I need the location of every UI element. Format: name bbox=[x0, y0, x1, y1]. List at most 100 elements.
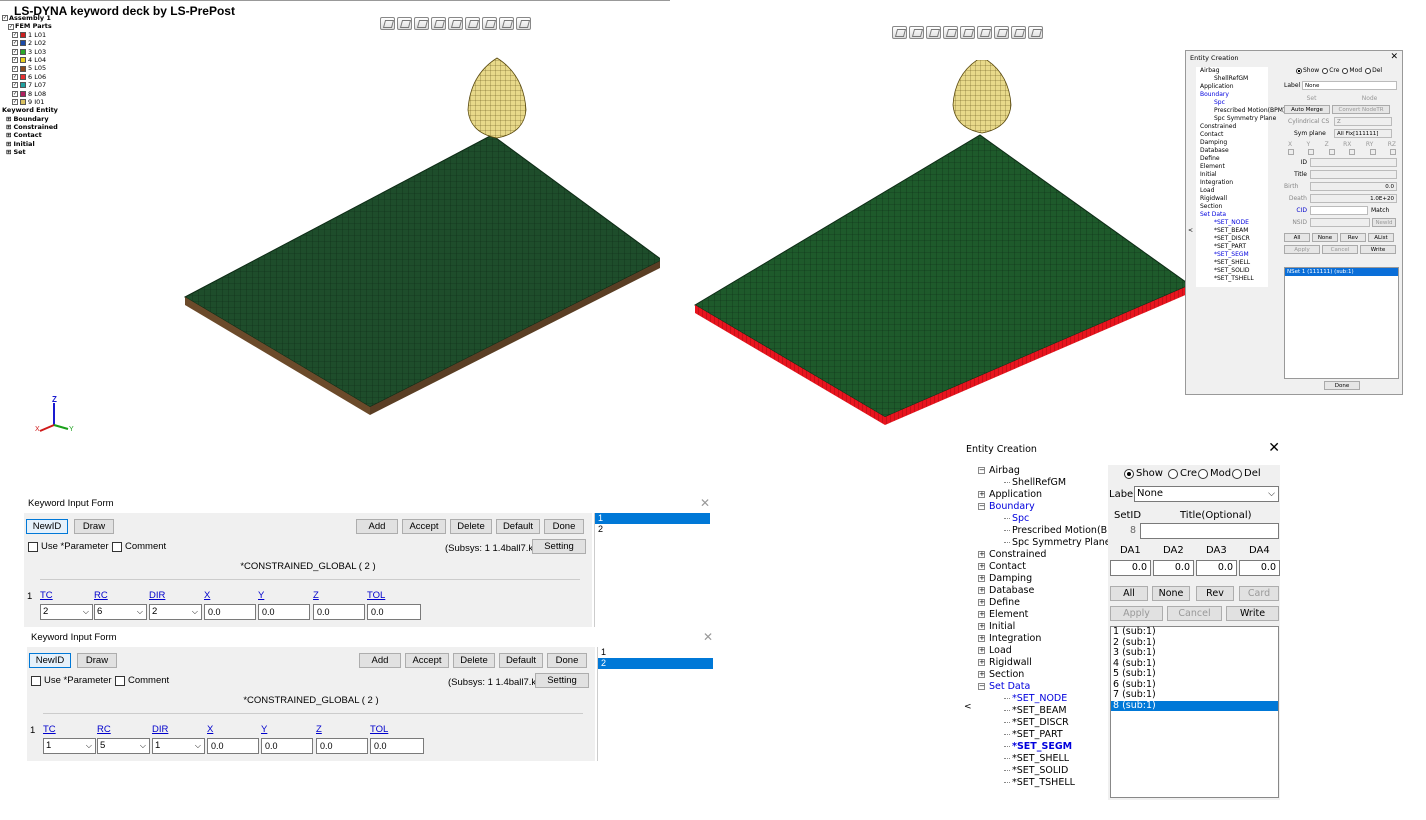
rc-select[interactable]: 6 ⌵ bbox=[94, 604, 147, 620]
list-item[interactable]: 8 (sub:1) bbox=[1111, 700, 1278, 711]
field-label-dir[interactable]: DIR bbox=[152, 724, 168, 735]
tree-item[interactable]: + Load bbox=[974, 645, 1107, 657]
field-label-z[interactable]: Z bbox=[313, 590, 319, 601]
dir-select[interactable]: 2 ⌵ bbox=[149, 604, 202, 620]
view-cube-icon[interactable] bbox=[994, 26, 1009, 39]
tree-part[interactable]: ✓ 8 L08 bbox=[2, 90, 58, 98]
field-label-rc[interactable]: RC bbox=[97, 724, 111, 735]
list-item[interactable]: 7 (sub:1) bbox=[1111, 689, 1278, 701]
tree-keyword[interactable]: ⊞ Set bbox=[2, 148, 58, 156]
tree-item[interactable]: *SET_DISCR bbox=[1196, 235, 1268, 243]
view-cube-icon[interactable] bbox=[465, 17, 480, 30]
tree-item[interactable]: Section bbox=[1196, 203, 1268, 211]
newid-button[interactable]: NewId bbox=[1372, 218, 1396, 227]
label-select[interactable]: None bbox=[1302, 81, 1397, 90]
birth-field[interactable]: 0.0 bbox=[1310, 182, 1397, 191]
tree-part[interactable]: ✓ 7 L07 bbox=[2, 81, 58, 89]
use-parameter-checkbox[interactable]: Use *Parameter bbox=[31, 675, 112, 686]
tree-item[interactable]: ShellRefGM bbox=[1196, 75, 1268, 83]
view-cube-icon[interactable] bbox=[977, 26, 992, 39]
dof-checkbox[interactable] bbox=[1308, 149, 1315, 155]
tree-keyword[interactable]: ⊞ Contact bbox=[2, 131, 58, 139]
tree-item[interactable]: + Rigidwall bbox=[974, 657, 1107, 669]
done-button[interactable]: Done bbox=[544, 519, 584, 534]
tol-field[interactable]: 0.0 bbox=[370, 738, 424, 754]
done-button[interactable]: Done bbox=[547, 653, 587, 668]
checkbox-icon[interactable]: ✓ bbox=[12, 40, 18, 47]
setid-field[interactable]: 8 bbox=[1110, 523, 1138, 539]
tree-item[interactable]: + Contact bbox=[974, 561, 1107, 573]
tree-item[interactable]: + Element bbox=[974, 609, 1107, 621]
set-list[interactable]: 1 (sub:1) 2 (sub:1) 3 (sub:1) 4 (sub:1) 5 (s… bbox=[1110, 626, 1279, 798]
tol-field[interactable]: 0.0 bbox=[367, 604, 421, 620]
expand-icon[interactable]: ⊞ bbox=[6, 148, 11, 156]
tree-item[interactable]: + Initial bbox=[974, 621, 1107, 633]
da-field[interactable]: 0.0 bbox=[1153, 560, 1194, 576]
expand-icon[interactable]: + bbox=[978, 491, 985, 498]
tree-part[interactable]: ✓ 4 L04 bbox=[2, 56, 58, 64]
mode-radio[interactable]: Del bbox=[1365, 67, 1382, 74]
tree-item[interactable]: + Define bbox=[974, 597, 1107, 609]
cancel-button[interactable]: Cancel bbox=[1322, 245, 1358, 254]
checkbox-icon[interactable]: ✓ bbox=[12, 99, 18, 106]
mode-radio[interactable]: Show bbox=[1296, 67, 1319, 74]
sym-plane-select[interactable]: All Fix[111111] bbox=[1334, 129, 1392, 138]
expand-icon[interactable]: + bbox=[978, 647, 985, 654]
field-label-dir[interactable]: DIR bbox=[149, 590, 165, 601]
checkbox-icon[interactable]: ✓ bbox=[12, 57, 18, 64]
y-field[interactable]: 0.0 bbox=[261, 738, 313, 754]
tree-item[interactable]: Load bbox=[1196, 187, 1268, 195]
view-cube-icon[interactable] bbox=[431, 17, 446, 30]
newid-button[interactable]: NewID bbox=[26, 519, 68, 534]
comment-checkbox[interactable]: Comment bbox=[115, 675, 169, 686]
accept-button[interactable]: Accept bbox=[402, 519, 446, 534]
expand-icon[interactable]: ⊞ bbox=[6, 115, 11, 123]
tree-item[interactable]: Database bbox=[1196, 147, 1268, 155]
tree-item[interactable]: *SET_BEAM bbox=[974, 705, 1107, 717]
tree-item[interactable]: − Boundary bbox=[974, 501, 1107, 513]
mode-radio-cre[interactable]: Cre bbox=[1168, 468, 1197, 479]
list-item[interactable]: 1 bbox=[598, 647, 713, 658]
close-icon[interactable]: ✕ bbox=[703, 630, 713, 644]
tree-item[interactable]: + Integration bbox=[974, 633, 1107, 645]
field-label-rc[interactable]: RC bbox=[94, 590, 108, 601]
tree-item[interactable]: Prescribed Motion(BPM) bbox=[1196, 107, 1285, 115]
apply-button[interactable]: Apply bbox=[1284, 245, 1320, 254]
tree-item[interactable]: *SET_SOLID bbox=[974, 765, 1107, 777]
tree-part[interactable]: ✓ 9 I01 bbox=[2, 98, 58, 106]
convert-node-button[interactable]: Convert NodeTR bbox=[1332, 105, 1390, 114]
dof-checkbox[interactable] bbox=[1328, 149, 1335, 155]
close-icon[interactable]: ✕ bbox=[700, 496, 710, 510]
tc-select[interactable]: 2 ⌵ bbox=[40, 604, 93, 620]
select-button[interactable]: Rev bbox=[1340, 233, 1366, 242]
mode-radio-show[interactable]: Show bbox=[1124, 468, 1163, 479]
newid-button[interactable]: NewID bbox=[29, 653, 71, 668]
da-field[interactable]: 0.0 bbox=[1239, 560, 1280, 576]
view-cube-icon[interactable] bbox=[943, 26, 958, 39]
dir-select[interactable]: 1 ⌵ bbox=[152, 738, 205, 754]
tree-part[interactable]: ✓ 5 L05 bbox=[2, 64, 58, 72]
view-cube-icon[interactable] bbox=[482, 17, 497, 30]
expand-icon[interactable]: + bbox=[978, 659, 985, 666]
collapse-icon[interactable]: − bbox=[978, 467, 985, 474]
draw-button[interactable]: Draw bbox=[74, 519, 114, 534]
rev-button[interactable]: Rev bbox=[1196, 586, 1234, 601]
x-field[interactable]: 0.0 bbox=[207, 738, 259, 754]
tree-assembly[interactable]: ✓ Assembly 1 bbox=[2, 14, 58, 22]
collapse-arrow-icon[interactable]: < bbox=[964, 702, 972, 712]
mode-radio[interactable]: Mod bbox=[1342, 67, 1362, 74]
done-button[interactable]: Done bbox=[1324, 381, 1360, 390]
tree-item[interactable]: *SET_PART bbox=[974, 729, 1107, 741]
tree-item[interactable]: *SET_NODE bbox=[1196, 219, 1268, 227]
view-cube-icon[interactable] bbox=[499, 17, 514, 30]
title-field[interactable] bbox=[1140, 523, 1279, 539]
field-label-z[interactable]: Z bbox=[316, 724, 322, 735]
view-cube-icon[interactable] bbox=[926, 26, 941, 39]
checkbox-icon[interactable]: ✓ bbox=[8, 23, 14, 30]
tree-item[interactable]: Application bbox=[1196, 83, 1268, 91]
tree-keyword-entity[interactable]: Keyword Entity bbox=[2, 106, 58, 114]
list-item[interactable]: 3 (sub:1) bbox=[1111, 647, 1278, 659]
tree-item[interactable]: *SET_BEAM bbox=[1196, 227, 1268, 235]
expand-icon[interactable]: ⊞ bbox=[6, 140, 11, 148]
dof-checkbox[interactable] bbox=[1349, 149, 1356, 155]
